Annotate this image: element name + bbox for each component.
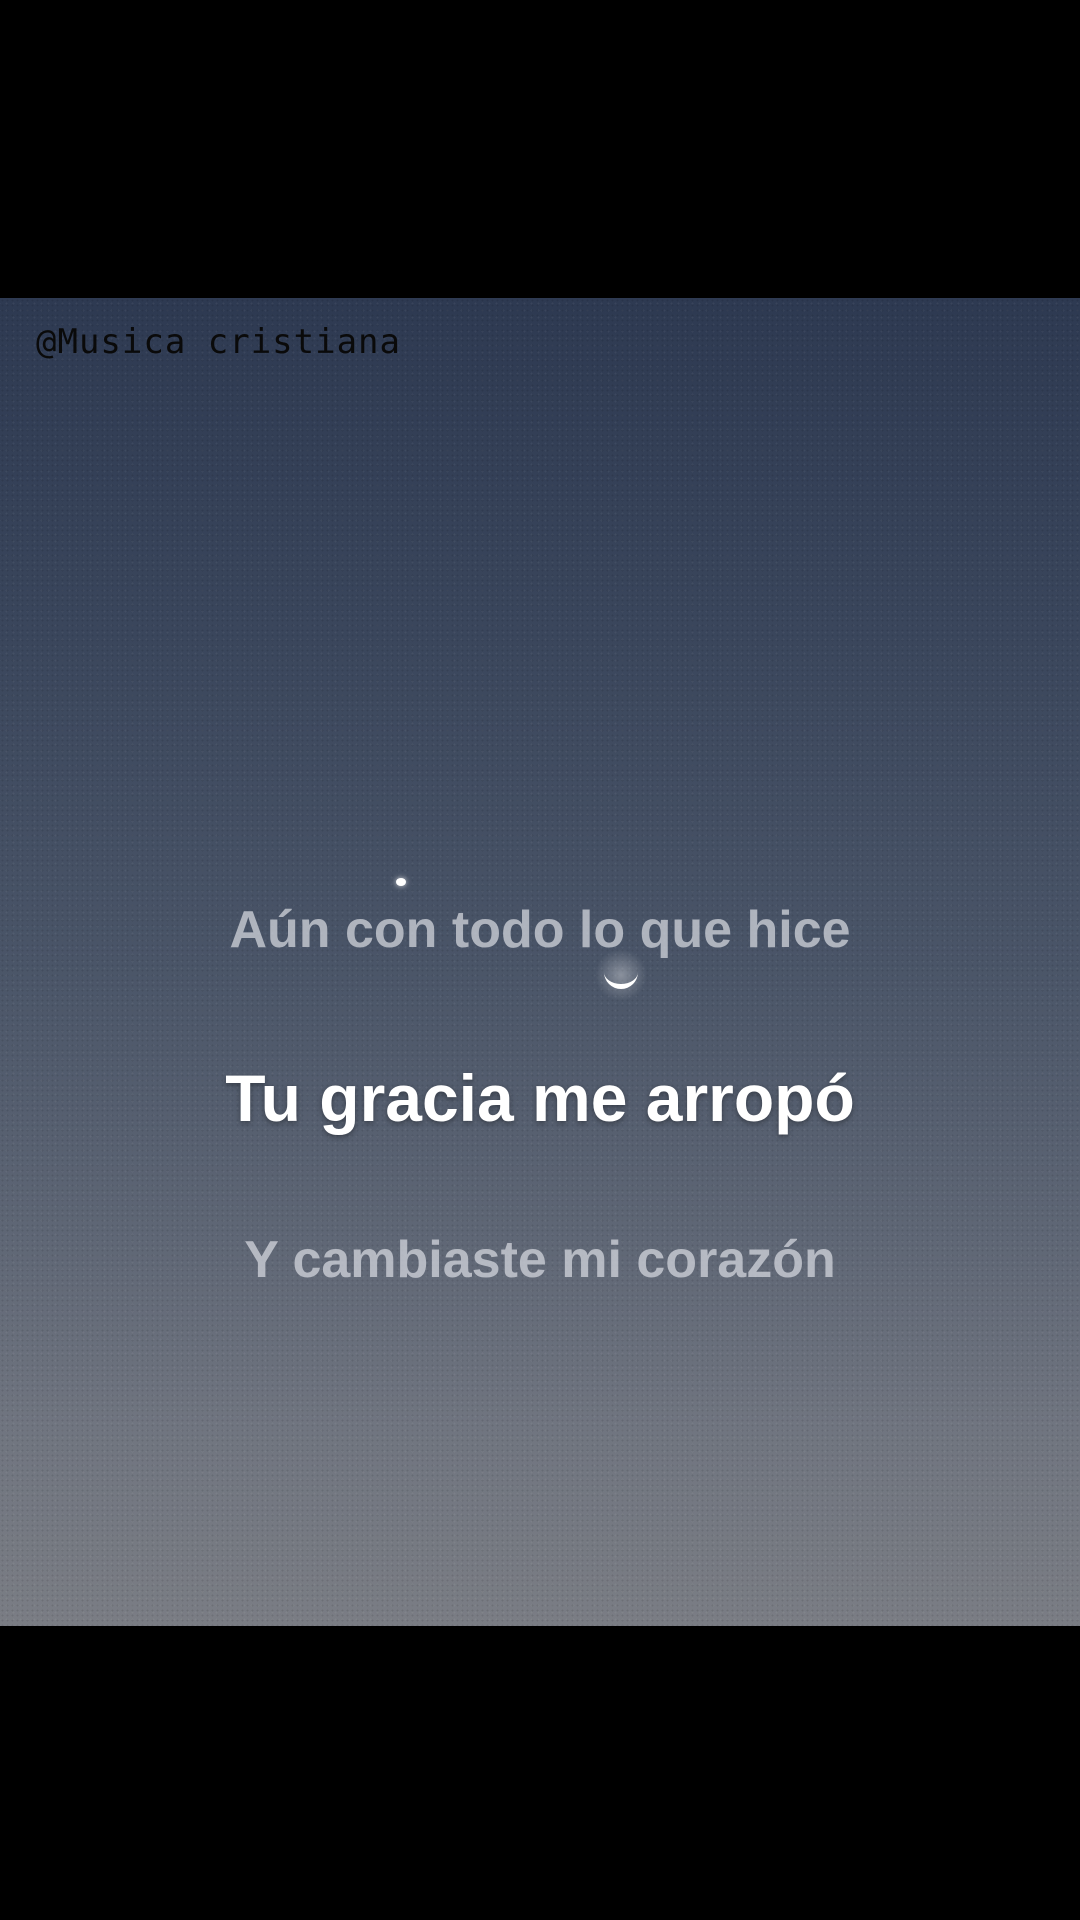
video-frame[interactable]: @Musica cristiana Aún con todo lo que hi… — [0, 298, 1080, 1626]
film-grain — [0, 298, 1080, 1626]
star-icon — [396, 878, 406, 886]
lyric-next-line: Y cambiaste mi corazón — [244, 1231, 836, 1289]
lyric-previous-line: Aún con todo lo que hice — [229, 901, 851, 959]
lyric-current-line: Tu gracia me arropó — [225, 1061, 855, 1135]
video-screen[interactable]: @Musica cristiana Aún con todo lo que hi… — [0, 0, 1080, 1920]
watermark: @Musica cristiana — [36, 322, 401, 362]
